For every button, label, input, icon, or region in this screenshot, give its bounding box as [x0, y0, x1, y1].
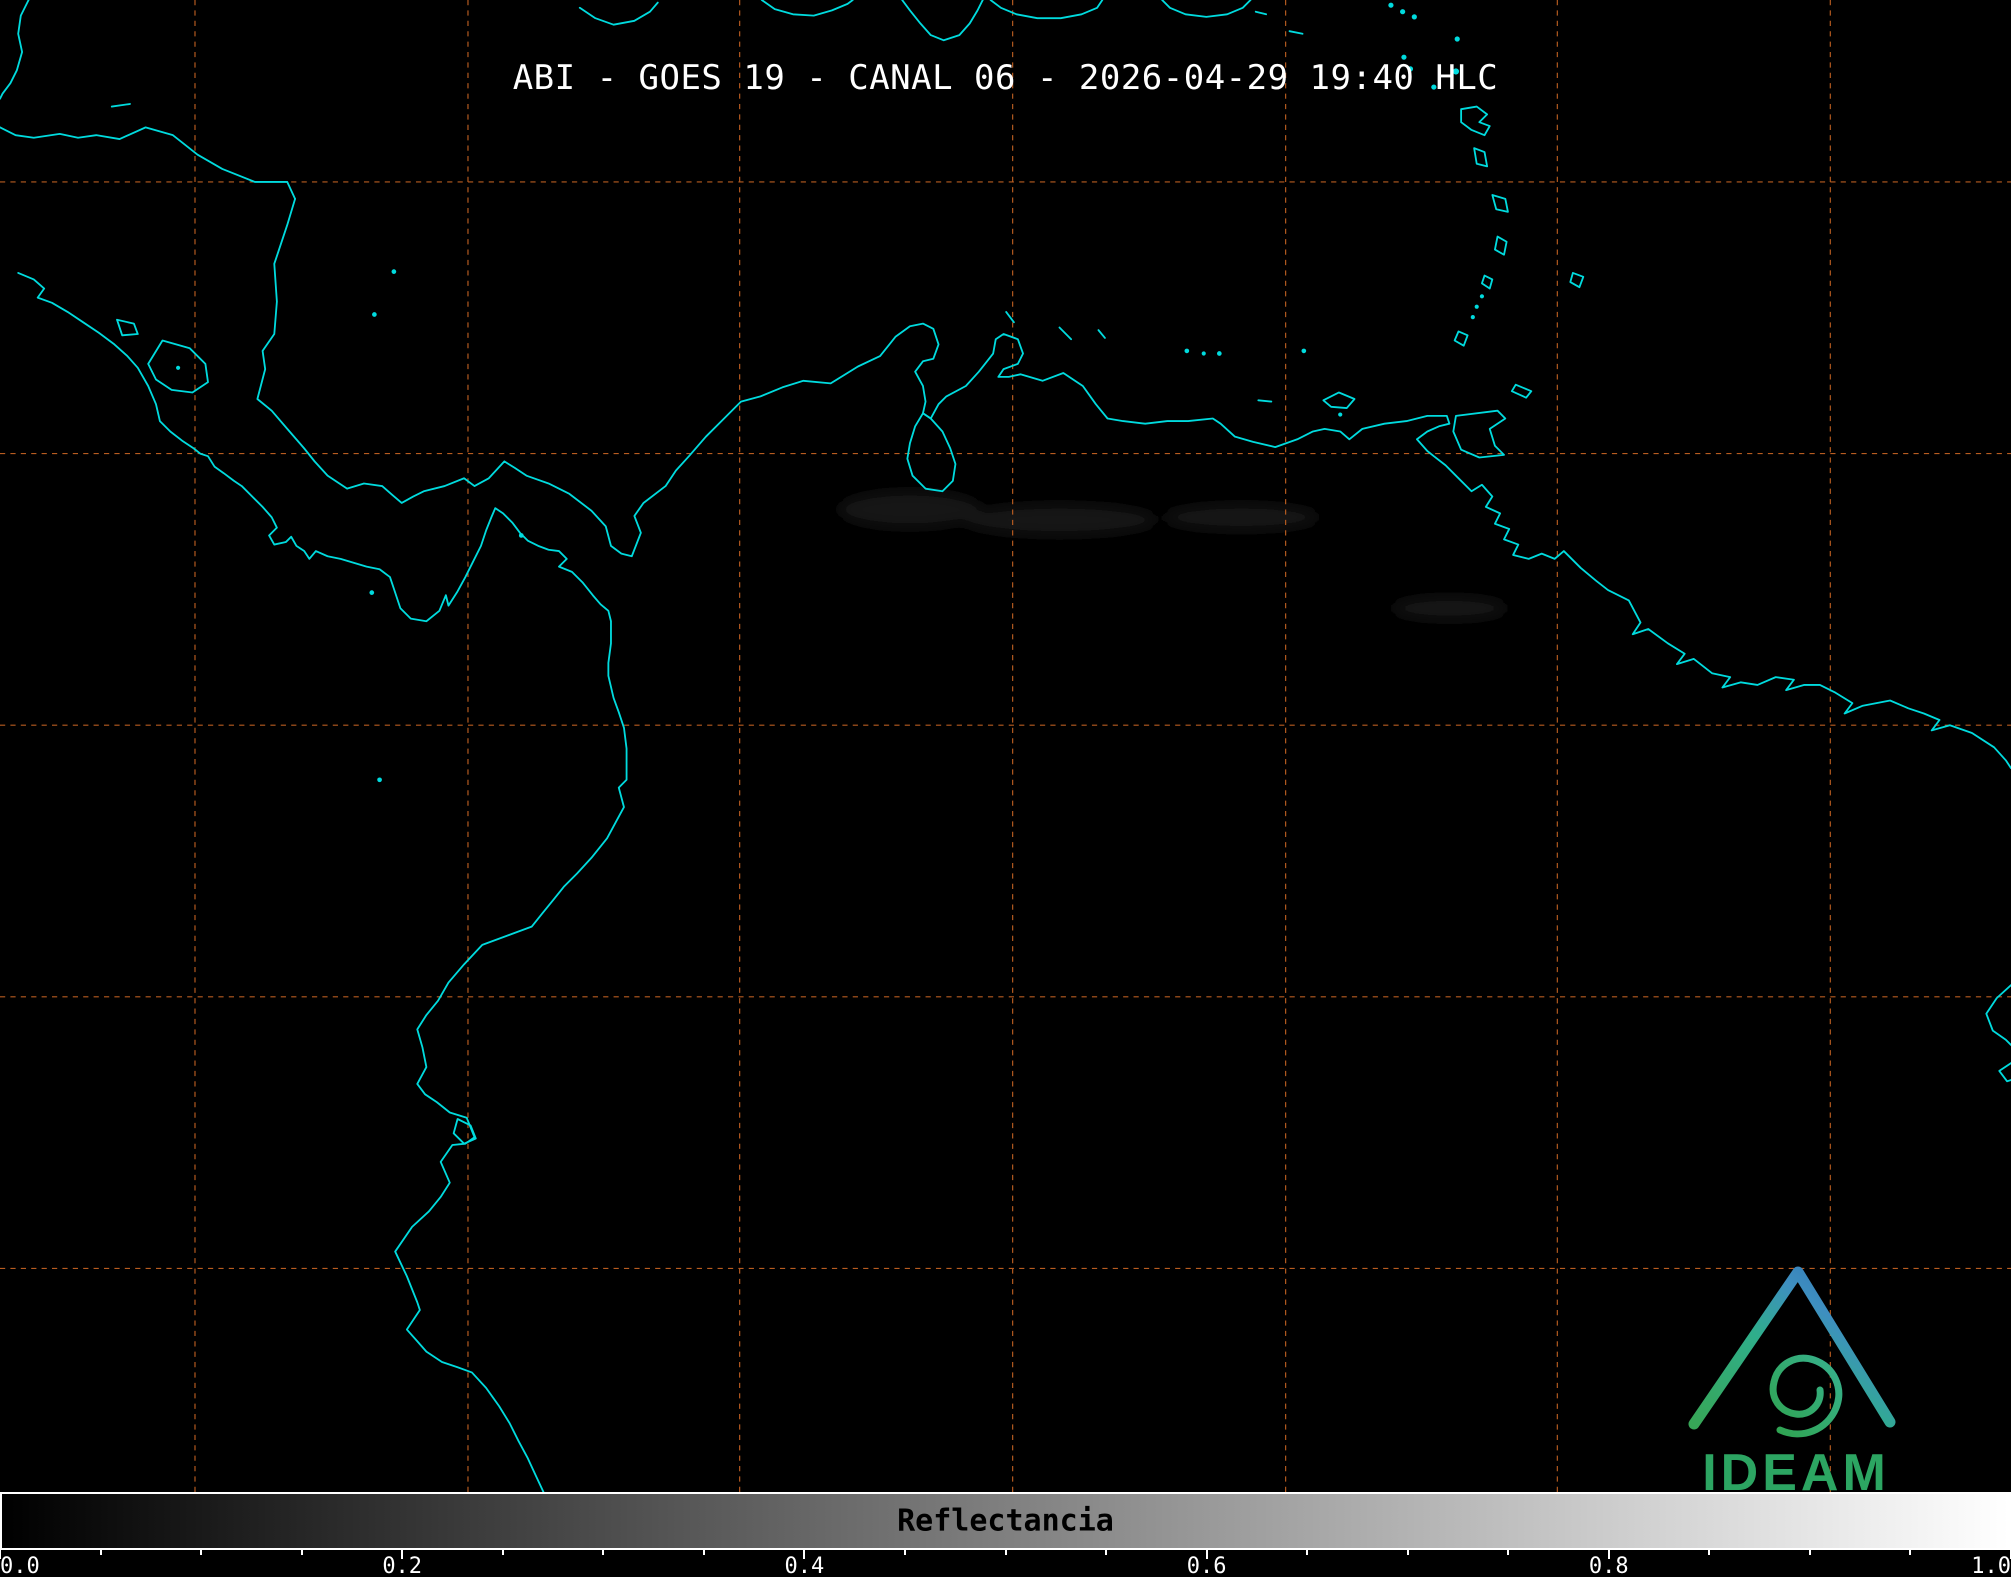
islas-bahia	[110, 103, 131, 108]
barahona-peninsula	[901, 0, 984, 42]
colorbar-tick-label: 0.6	[1186, 1554, 1227, 1577]
page-title: ABI - GOES 19 - CANAL 06 - 2026-04-29 19…	[512, 58, 1499, 98]
margarita	[1322, 391, 1356, 410]
la-tortuga	[1257, 399, 1273, 403]
faint-clouds	[838, 491, 1508, 620]
colorbar-tick-label: 1.0	[1971, 1554, 2011, 1577]
tobago	[1510, 383, 1533, 399]
vieques	[1254, 10, 1268, 16]
st-vincent	[1481, 274, 1494, 290]
puerto-rico	[1161, 0, 1252, 18]
jamaica	[578, 1, 659, 26]
grenada	[1453, 330, 1469, 347]
colorbar-tick-label: 0.2	[382, 1554, 423, 1577]
logo-hurricane-swirl-icon	[1769, 1354, 1843, 1438]
logo-mountain	[1688, 1266, 1896, 1430]
colorbar-label: Reflectancia	[897, 1503, 1114, 1539]
coast-honduras-north	[0, 126, 296, 200]
lake-maracaibo	[906, 412, 957, 493]
colorbar-tick-label: 0.8	[1588, 1554, 1629, 1577]
coast-caribbean-mainland	[256, 197, 2011, 770]
curacao	[1058, 326, 1073, 341]
colorbar-tick-label: 0.0	[0, 1554, 40, 1577]
dominican-south-coast	[989, 0, 1104, 20]
coast-amazon-mouth-a	[1985, 984, 2011, 1046]
coast-pacific	[17, 272, 628, 1492]
lake-managua	[116, 318, 139, 337]
reflectance-colorbar: Reflectancia	[0, 1492, 2011, 1550]
bonaire	[1097, 329, 1106, 339]
st-croix	[1288, 30, 1304, 35]
guadeloupe	[1460, 105, 1491, 137]
ideam-logo: IDEAM	[1688, 1266, 1896, 1497]
small-island-dots	[176, 2, 1485, 783]
barbados	[1569, 272, 1585, 289]
trinidad	[1452, 409, 1507, 459]
isla-puna	[452, 1118, 477, 1145]
dominica	[1473, 147, 1489, 168]
coast-amazon-mouth-b	[1998, 1062, 2011, 1083]
st-lucia	[1494, 235, 1508, 256]
satellite-image-viewer: ABI - GOES 19 - CANAL 06 - 2026-04-29 19…	[0, 0, 2011, 1577]
colorbar-tick-label: 0.4	[784, 1554, 825, 1577]
islands-lesser-antilles	[1005, 105, 1585, 459]
islands-greater-antilles	[578, 0, 1304, 42]
colorbar-tick-labels: 0.0 0.2 0.4 0.6 0.8 1.0	[0, 1554, 2011, 1577]
haiti-tiburon	[760, 0, 854, 17]
martinique	[1491, 194, 1509, 213]
logo-text: IDEAM	[1702, 1444, 1890, 1497]
